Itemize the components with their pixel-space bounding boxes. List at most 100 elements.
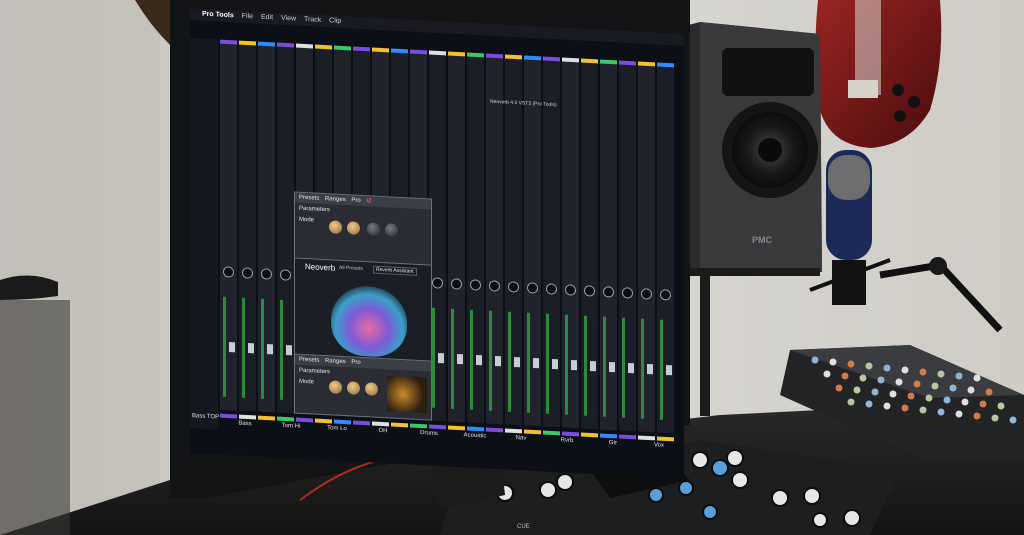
pan-knob[interactable] (451, 278, 462, 290)
channel-name[interactable]: Drums (406, 429, 452, 437)
channel-name[interactable]: Vox (636, 441, 682, 449)
channel-name-color (315, 418, 332, 424)
channel-strip[interactable] (467, 52, 484, 424)
knob-2[interactable] (347, 221, 360, 235)
menu-clip[interactable]: Clip (329, 17, 341, 25)
menu-view[interactable]: View (281, 15, 296, 23)
menu-file[interactable]: File (242, 13, 253, 21)
knob-b1[interactable] (329, 380, 342, 394)
fader-cap[interactable] (571, 359, 577, 371)
channel-name[interactable]: Rvrb (544, 437, 590, 445)
fader-cap[interactable] (628, 362, 634, 374)
tab-ranges-bottom[interactable]: Ranges (325, 358, 346, 365)
channel-strip[interactable] (277, 42, 294, 414)
knob-4[interactable] (385, 223, 398, 237)
mixer-knob (919, 368, 927, 376)
fader-cap[interactable] (514, 356, 520, 368)
fader-cap[interactable] (533, 357, 539, 369)
channel-strip[interactable] (505, 54, 522, 426)
fader-cap[interactable] (248, 343, 254, 354)
fader-cap[interactable] (552, 358, 558, 370)
channel-strip[interactable] (600, 59, 617, 431)
pan-knob[interactable] (261, 268, 272, 280)
fader-cap[interactable] (267, 344, 273, 355)
channel-strip[interactable] (543, 56, 560, 428)
plugin-window-bottom[interactable]: Presets Ranges Pro Parameters Mode (294, 353, 432, 421)
channel-name[interactable]: Gtr (590, 439, 636, 447)
fader-cap[interactable] (476, 354, 482, 366)
knob-3[interactable] (367, 222, 380, 236)
fader-cap[interactable] (666, 364, 672, 376)
pan-knob[interactable] (565, 284, 576, 296)
channel-strip[interactable] (239, 40, 256, 412)
level-meter (470, 309, 473, 410)
channel-name-color (486, 427, 503, 433)
tab-pro[interactable]: Pro (351, 197, 360, 203)
pan-knob[interactable] (660, 289, 671, 301)
tab-presets[interactable]: Presets (299, 195, 319, 202)
console-knob (771, 489, 789, 507)
fader-cap[interactable] (457, 353, 463, 365)
pan-knob[interactable] (223, 266, 234, 278)
plugin-window-top[interactable]: Presets Ranges Pro iZ Parameters Mode (294, 191, 432, 267)
channel-name[interactable]: OH (360, 427, 406, 435)
pan-knob[interactable] (641, 288, 652, 300)
knob-b3[interactable] (365, 382, 378, 396)
tab-pro-bottom[interactable]: Pro (351, 359, 360, 365)
fader-cap[interactable] (495, 355, 501, 367)
neoverb-plugin[interactable]: Neoverb All Presets Reverb Assistant (294, 257, 432, 363)
fader-cap[interactable] (229, 342, 235, 353)
mixer-knob (985, 388, 993, 396)
console-knob (803, 487, 821, 505)
pan-knob[interactable] (603, 286, 614, 298)
pan-knob[interactable] (432, 277, 443, 289)
channel-strip[interactable] (220, 39, 237, 411)
channel-strip[interactable] (448, 51, 465, 423)
tab-ranges[interactable]: Ranges (325, 196, 346, 203)
channel-name-color (410, 423, 427, 429)
pan-knob[interactable] (622, 287, 633, 299)
channel-strip[interactable] (486, 53, 503, 425)
fader-cap[interactable] (590, 360, 596, 372)
channel-name[interactable]: Acoustic (452, 432, 498, 440)
app-menu[interactable]: Pro Tools (202, 11, 234, 20)
channel-strip[interactable] (581, 58, 598, 430)
channel-name-color (581, 432, 598, 438)
mixer-knob (997, 402, 1005, 410)
channel-name[interactable]: Nav (498, 434, 544, 442)
tab-presets-bottom[interactable]: Presets (299, 357, 319, 364)
channel-name[interactable]: Bass (222, 420, 268, 428)
menu-track[interactable]: Track (304, 16, 321, 24)
reverb-assistant-button[interactable]: Reverb Assistant (373, 265, 417, 276)
pan-knob[interactable] (280, 269, 291, 281)
mixer-knob (931, 382, 939, 390)
menu-edit[interactable]: Edit (261, 14, 273, 22)
mixer-knob (835, 384, 843, 392)
channel-strip[interactable] (524, 55, 541, 427)
pan-knob[interactable] (527, 282, 538, 294)
fader-cap[interactable] (286, 345, 292, 356)
pan-knob[interactable] (470, 279, 481, 291)
channel-strip[interactable] (619, 60, 636, 432)
fader-cap[interactable] (438, 352, 444, 364)
channel-strip[interactable] (562, 57, 579, 429)
preset-selector[interactable]: All Presets (339, 265, 363, 272)
channel-strip[interactable] (638, 61, 655, 433)
reverb-blend-visual[interactable] (331, 284, 407, 359)
pan-knob[interactable] (489, 280, 500, 292)
pan-knob[interactable] (546, 283, 557, 295)
knob-b2[interactable] (347, 381, 360, 395)
channel-name[interactable]: Tom Lo (314, 424, 360, 432)
knob-1[interactable] (329, 220, 342, 234)
channel-strip[interactable] (258, 41, 275, 413)
channel-name-color (277, 416, 294, 422)
channel-name[interactable]: Tom Hi (268, 422, 314, 430)
pan-knob[interactable] (584, 285, 595, 297)
pan-knob[interactable] (508, 281, 519, 293)
channel-strip[interactable] (657, 62, 674, 434)
channel-name-color (543, 430, 560, 436)
mixer-window (190, 38, 674, 442)
pan-knob[interactable] (242, 267, 253, 279)
fader-cap[interactable] (647, 363, 653, 375)
fader-cap[interactable] (609, 361, 615, 373)
